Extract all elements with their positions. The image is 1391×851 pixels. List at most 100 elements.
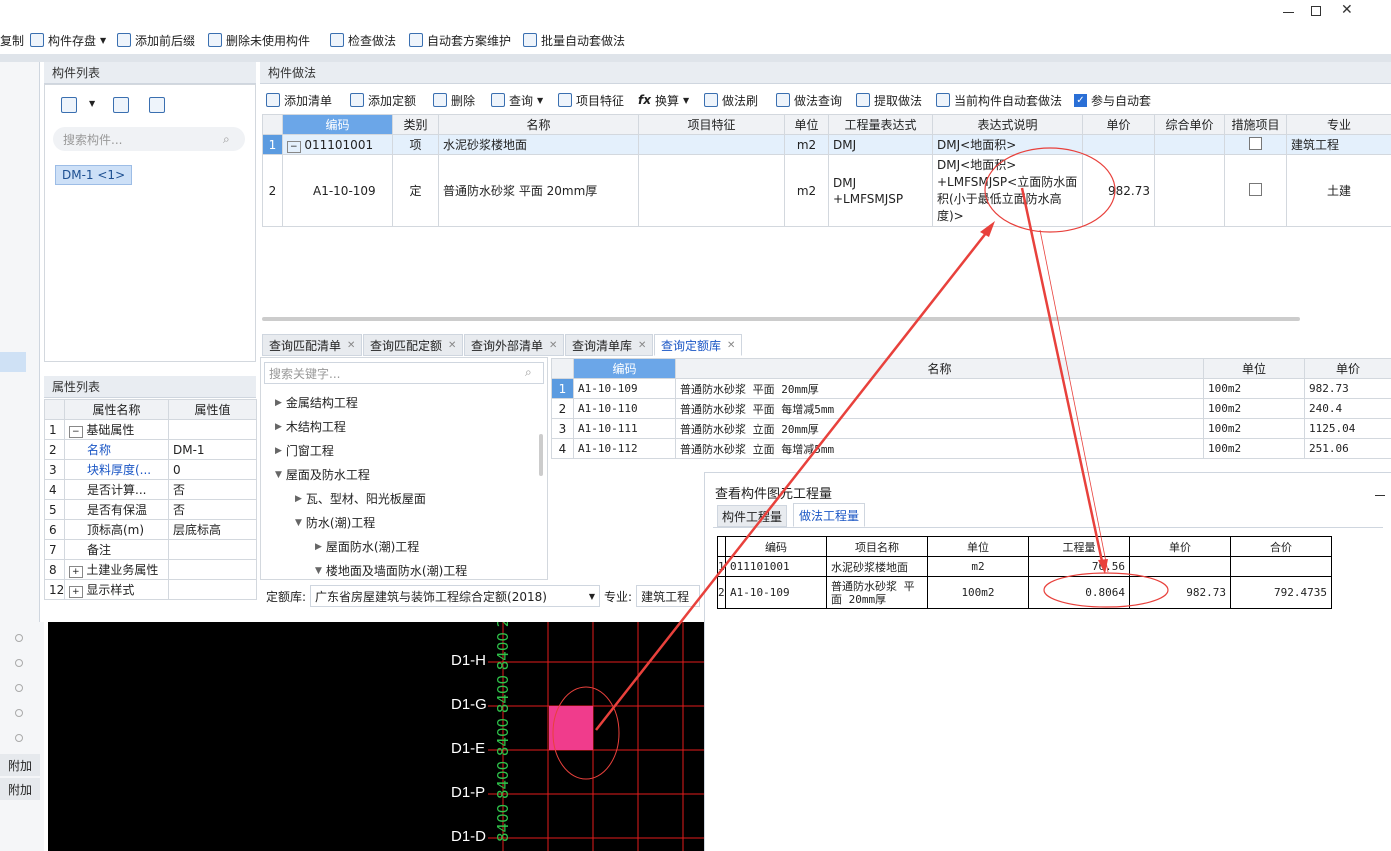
table-row[interactable]: 1 − 011101001 项 水泥砂浆楼地面 m2 DMJ DMJ<地面积> … (262, 134, 1391, 155)
convert-button[interactable]: fx 换算 ▼ (638, 90, 689, 110)
minimize-icon[interactable] (1375, 495, 1385, 496)
col-price[interactable]: 单价 (1304, 358, 1391, 379)
tree-search-input[interactable]: 搜索关键字... (264, 362, 544, 384)
tree-item[interactable]: ▶ 瓦、型材、阳光板屋面 (295, 490, 426, 507)
tree-item[interactable]: ▶ 门窗工程 (275, 442, 334, 459)
add-bill-button[interactable]: 添加清单 (266, 90, 332, 110)
component-item[interactable]: DM-1 <1> (55, 165, 133, 185)
feature-button[interactable]: 项目特征 (558, 90, 624, 110)
measure-checkbox[interactable] (1249, 136, 1262, 150)
close-icon[interactable]: ✕ (1341, 2, 1353, 18)
table-row[interactable]: 8 + 土建业务属性 (44, 559, 257, 580)
new-component-icon[interactable] (61, 97, 77, 113)
col-type[interactable]: 类别 (392, 114, 439, 135)
horizontal-scrollbar[interactable] (262, 317, 1300, 321)
toolbar-divider (0, 54, 1391, 62)
delete-button[interactable]: 删除 (433, 90, 475, 110)
table-row[interactable]: 3 A1-10-111 普通防水砂浆 立面 20mm厚 100m2 1125.0… (551, 418, 1391, 439)
copy-button[interactable]: 复制 (0, 30, 24, 50)
col-code[interactable]: 编码 (282, 114, 393, 135)
property-table: 属性名称 属性值 1− 基础属性 2 名称 DM-1 3 块料厚度(... 0 4 是否计算… (44, 399, 257, 600)
col-spec[interactable]: 专业 (1286, 114, 1391, 135)
save-component-button[interactable]: 构件存盘 ▼ (30, 30, 106, 50)
delete-unused-button[interactable]: 删除未使用构件 (208, 30, 310, 50)
query-button[interactable]: 查询 ▼ (491, 90, 543, 110)
tree-item[interactable]: ▼ 屋面及防水工程 (275, 466, 370, 483)
cad-canvas[interactable]: D1-H D1-G D1-E D1-P D1-D 8400 8400 8400 … (48, 622, 704, 851)
attach-button[interactable]: 附加 (0, 778, 40, 800)
add-prefix-button[interactable]: 添加前后缀 (117, 30, 195, 50)
attach-button[interactable]: 附加 (0, 754, 40, 776)
table-row[interactable]: 4 A1-10-112 普通防水砂浆 立面 每增减5mm 100m2 251.0… (551, 438, 1391, 459)
radio-icon[interactable] (15, 709, 23, 717)
tab-match-quota[interactable]: 查询匹配定额 ✕ (363, 334, 464, 356)
table-row[interactable]: 12 + 显示样式 (44, 579, 257, 600)
floor-element[interactable] (549, 706, 593, 750)
table-row[interactable]: 2 A1-10-109 定 普通防水砂浆 平面 20mm厚 m2 DMJ +LM… (262, 154, 1391, 227)
left-nav-selected[interactable] (0, 352, 26, 372)
col-name[interactable]: 名称 (675, 358, 1204, 379)
tab-method-quantity[interactable]: 做法工程量 (793, 503, 866, 527)
table-row[interactable]: 2 A1-10-110 普通防水砂浆 平面 每增减5mm 100m2 240.4 (551, 398, 1391, 419)
component-search-input[interactable]: 搜索构件... (53, 127, 245, 151)
measure-checkbox[interactable] (1249, 182, 1262, 196)
method-query-button[interactable]: 做法查询 (776, 90, 842, 110)
col-comp-price[interactable]: 综合单价 (1154, 114, 1225, 135)
table-row[interactable]: 1− 基础属性 (44, 419, 257, 440)
tree-item[interactable]: ▼ 防水(潮)工程 (295, 514, 375, 531)
batch-icon (523, 33, 537, 47)
tab-bill-library[interactable]: 查询清单库 ✕ (565, 334, 654, 356)
table-row[interactable]: 3 块料厚度(... 0 (44, 459, 257, 480)
extract-method-button[interactable]: 提取做法 (856, 90, 922, 110)
table-row[interactable]: 7 备注 (44, 539, 257, 560)
new-dropdown-icon[interactable]: ▼ (89, 99, 95, 108)
col-measure[interactable]: 措施项目 (1224, 114, 1287, 135)
table-row[interactable]: 6 顶标高(m) 层底标高 (44, 519, 257, 540)
col-expr[interactable]: 工程量表达式 (828, 114, 933, 135)
radio-icon[interactable] (15, 659, 23, 667)
spec-label: 专业: (604, 589, 633, 604)
col-unit[interactable]: 单位 (1203, 358, 1305, 379)
table-row[interactable]: 2 A1-10-109 普通防水砂浆 平面 20mm厚 100m2 0.8064… (717, 576, 1332, 609)
col-price[interactable]: 单价 (1082, 114, 1155, 135)
tree-item[interactable]: ▶ 屋面防水(潮)工程 (315, 538, 419, 555)
table-row[interactable]: 1 A1-10-109 普通防水砂浆 平面 20mm厚 100m2 982.73 (551, 378, 1391, 399)
close-icon: ✕ (347, 339, 356, 351)
auto-plan-button[interactable]: 自动套方案维护 (409, 30, 511, 50)
batch-auto-button[interactable]: 批量自动套做法 (523, 30, 625, 50)
participate-auto-checkbox[interactable]: ✓ 参与自动套 (1074, 90, 1151, 110)
tree-item[interactable]: ▶ 木结构工程 (275, 418, 346, 435)
col-name[interactable]: 名称 (438, 114, 639, 135)
tree-scrollbar[interactable] (539, 434, 543, 476)
table-row[interactable]: 1 011101001 水泥砂浆楼地面 m2 76.56 (717, 556, 1332, 577)
radio-icon[interactable] (15, 684, 23, 692)
col-unit[interactable]: 单位 (784, 114, 829, 135)
radio-icon[interactable] (15, 734, 23, 742)
col-desc[interactable]: 表达式说明 (932, 114, 1083, 135)
table-row[interactable]: 2 名称 DM-1 (44, 439, 257, 460)
copy-component-icon[interactable] (113, 97, 129, 113)
tab-match-bill[interactable]: 查询匹配清单 ✕ (262, 334, 363, 356)
auto-method-button[interactable]: 当前构件自动套做法 (936, 90, 1062, 110)
minimize-icon[interactable] (1283, 12, 1294, 13)
table-row[interactable]: 5 是否有保温否 (44, 499, 257, 520)
tab-quota-library[interactable]: 查询定额库 ✕ (654, 334, 743, 356)
delete-component-icon[interactable] (149, 97, 165, 113)
tab-external-bill[interactable]: 查询外部清单 ✕ (464, 334, 565, 356)
table-row[interactable]: 4 是否计算... 否 (44, 479, 257, 500)
spec-select[interactable]: 建筑工程 (636, 585, 701, 607)
col-code[interactable]: 编码 (573, 358, 676, 379)
extract-icon (856, 93, 870, 107)
tree-item[interactable]: ▶ 金属结构工程 (275, 394, 358, 411)
method-brush-button[interactable]: 做法刷 (704, 90, 758, 110)
tree-item[interactable]: ▼ 楼地面及墙面防水(潮)工程 (315, 562, 467, 579)
method-table: 编码 类别 名称 项目特征 单位 工程量表达式 表达式说明 单价 综合单价 措施… (262, 114, 1391, 227)
maximize-icon[interactable] (1311, 6, 1321, 16)
add-quota-button[interactable]: 添加定额 (350, 90, 416, 110)
tab-component-quantity[interactable]: 构件工程量 (717, 505, 788, 527)
library-select[interactable]: 广东省房屋建筑与装饰工程综合定额(2018) ▼ (310, 585, 601, 607)
check-method-button[interactable]: 检查做法 (330, 30, 396, 50)
col-feature[interactable]: 项目特征 (638, 114, 785, 135)
radio-icon[interactable] (15, 634, 23, 642)
dialog-title: 查看构件图元工程量 (715, 487, 833, 502)
